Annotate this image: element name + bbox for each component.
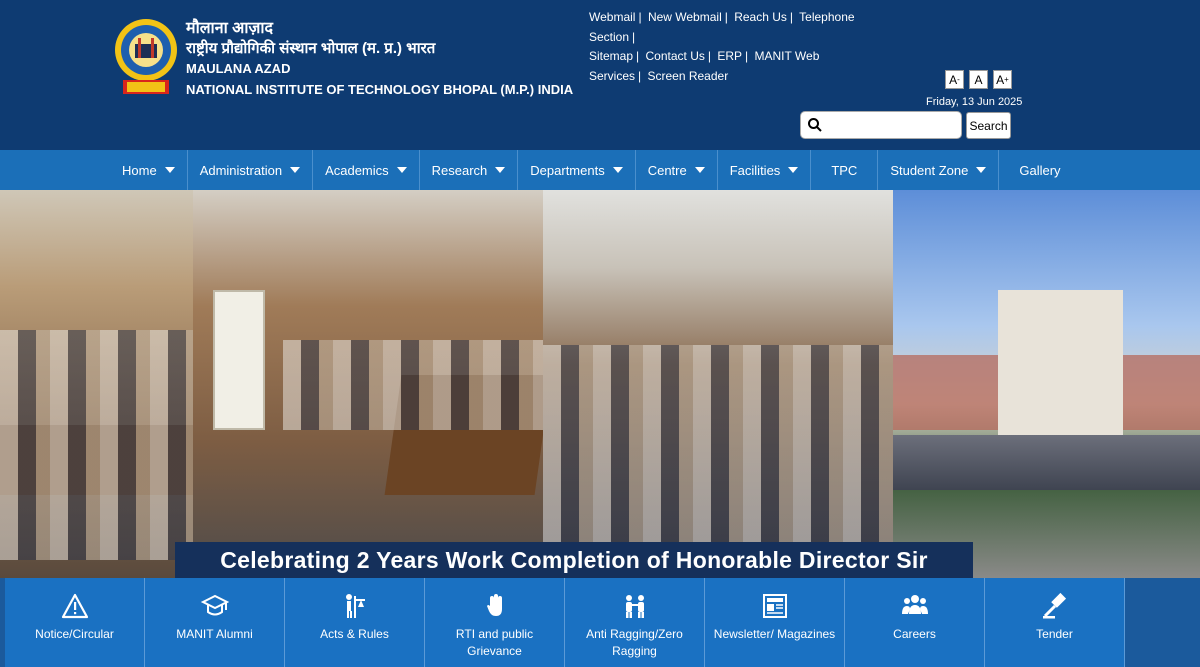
nav-label: Centre — [647, 162, 687, 178]
nav-label: Facilities — [729, 162, 781, 178]
link-webmail[interactable]: Webmail — [589, 10, 635, 24]
hero-banner[interactable]: Celebrating 2 Years Work Completion of H… — [0, 190, 1200, 578]
institute-name-hindi-line1: मौलाना आज़ाद — [186, 20, 274, 37]
tile-label: Anti Ragging/Zero Ragging — [586, 627, 683, 658]
warning-icon — [61, 593, 88, 619]
link-new-webmail[interactable]: New Webmail — [648, 10, 722, 24]
nav-label: Home — [122, 162, 157, 178]
banner-photo-conference-hall — [543, 190, 893, 578]
graduation-cap-icon — [200, 594, 229, 616]
hand-icon — [486, 594, 502, 616]
tile-manit-alumni[interactable]: MANIT Alumni — [145, 578, 285, 667]
quick-links: Notice/Circular MANIT Alumni Acts & Rule… — [0, 578, 1200, 667]
top-links: Webmail | New Webmail | Reach Us | Telephon… — [589, 10, 855, 83]
banner-caption-bar: Celebrating 2 Years Work Completion of H… — [175, 542, 973, 578]
people-icon — [625, 595, 644, 618]
nav-administration[interactable]: Administration — [188, 150, 314, 190]
site-header: मौलाना आज़ाद राष्ट्रीय प्रौद्योगिकी संस्… — [0, 0, 1200, 150]
banner-photo-meeting-2 — [193, 190, 552, 578]
nav-home[interactable]: Home — [110, 150, 188, 190]
link-sitemap[interactable]: Sitemap — [589, 49, 633, 63]
institute-logo-icon[interactable] — [113, 14, 179, 100]
link-contact-us[interactable]: Contact Us — [646, 49, 705, 63]
font-normal-button[interactable]: A — [969, 70, 988, 89]
nav-student-zone[interactable]: Student Zone — [878, 150, 1000, 190]
tile-label: RTI and public Grievance — [455, 627, 534, 658]
nav-label: Academics — [325, 162, 389, 178]
nav-label: Departments — [530, 162, 605, 178]
newspaper-icon — [762, 594, 787, 618]
font-size-controls: A- A A + — [945, 70, 1012, 89]
search-button[interactable]: Search — [966, 112, 1011, 139]
group-icon — [901, 595, 928, 614]
link-erp[interactable]: ERP — [717, 49, 742, 63]
tile-label: Notice/Circular — [35, 627, 114, 641]
font-decrease-button[interactable]: A- — [945, 70, 964, 89]
tile-tender[interactable]: Tender — [985, 578, 1125, 667]
link-screen-reader[interactable]: Screen Reader — [647, 69, 728, 83]
institute-name-english-line1: MAULANA AZAD — [186, 61, 291, 76]
scales-icon — [345, 594, 365, 618]
chevron-down-icon — [694, 167, 705, 173]
nav-facilities[interactable]: Facilities — [718, 150, 812, 190]
tile-rti-grievance[interactable]: RTI and public Grievance — [425, 578, 565, 667]
nav-centre[interactable]: Centre — [636, 150, 718, 190]
chevron-down-icon — [612, 167, 623, 173]
banner-caption: Celebrating 2 Years Work Completion of H… — [220, 546, 928, 573]
gavel-icon — [1042, 592, 1066, 619]
nav-departments[interactable]: Departments — [518, 150, 636, 190]
chevron-down-icon — [396, 167, 407, 173]
nav-label: Research — [431, 162, 488, 178]
nav-research[interactable]: Research — [420, 150, 519, 190]
chevron-down-icon — [290, 167, 301, 173]
tile-acts-rules[interactable]: Acts & Rules — [285, 578, 425, 667]
main-navigation: Home Administration Academics Research D… — [0, 150, 1200, 190]
chevron-down-icon — [164, 167, 175, 173]
tile-label: Newsletter/ Magazines — [713, 627, 836, 641]
tile-label: Tender — [1036, 627, 1073, 641]
banner-photo-group-building — [893, 190, 1200, 578]
link-reach-us[interactable]: Reach Us — [734, 10, 787, 24]
search-icon — [808, 118, 822, 132]
institute-name-english-line2: NATIONAL INSTITUTE OF TECHNOLOGY BHOPAL … — [186, 82, 574, 97]
nav-label: Student Zone — [890, 162, 969, 178]
nav-gallery[interactable]: Gallery — [999, 150, 1080, 190]
tile-newsletter-magazines[interactable]: Newsletter/ Magazines — [705, 578, 845, 667]
banner-photo-meeting-1 — [0, 190, 193, 578]
chevron-down-icon — [495, 167, 506, 173]
search-input[interactable] — [800, 111, 962, 139]
tile-careers[interactable]: Careers — [845, 578, 985, 667]
nav-label: TPC — [831, 162, 858, 178]
font-increase-button[interactable]: A + — [993, 70, 1012, 89]
nav-label: Administration — [199, 162, 283, 178]
tile-label: Acts & Rules — [320, 627, 389, 641]
chevron-down-icon — [976, 167, 987, 173]
institute-name-hindi-line2: राष्ट्रीय प्रौद्योगिकी संस्थान भोपाल (म.… — [186, 40, 436, 57]
nav-tpc[interactable]: TPC — [811, 150, 879, 190]
chevron-down-icon — [788, 167, 799, 173]
tile-notice-circular[interactable]: Notice/Circular — [5, 578, 145, 667]
tile-anti-ragging[interactable]: Anti Ragging/Zero Ragging — [565, 578, 705, 667]
nav-label: Gallery — [1019, 162, 1061, 178]
tile-label: Careers — [893, 627, 936, 641]
nav-academics[interactable]: Academics — [313, 150, 420, 190]
current-date: Friday, 13 Jun 2025 — [926, 96, 1023, 108]
tile-label: MANIT Alumni — [176, 627, 253, 641]
